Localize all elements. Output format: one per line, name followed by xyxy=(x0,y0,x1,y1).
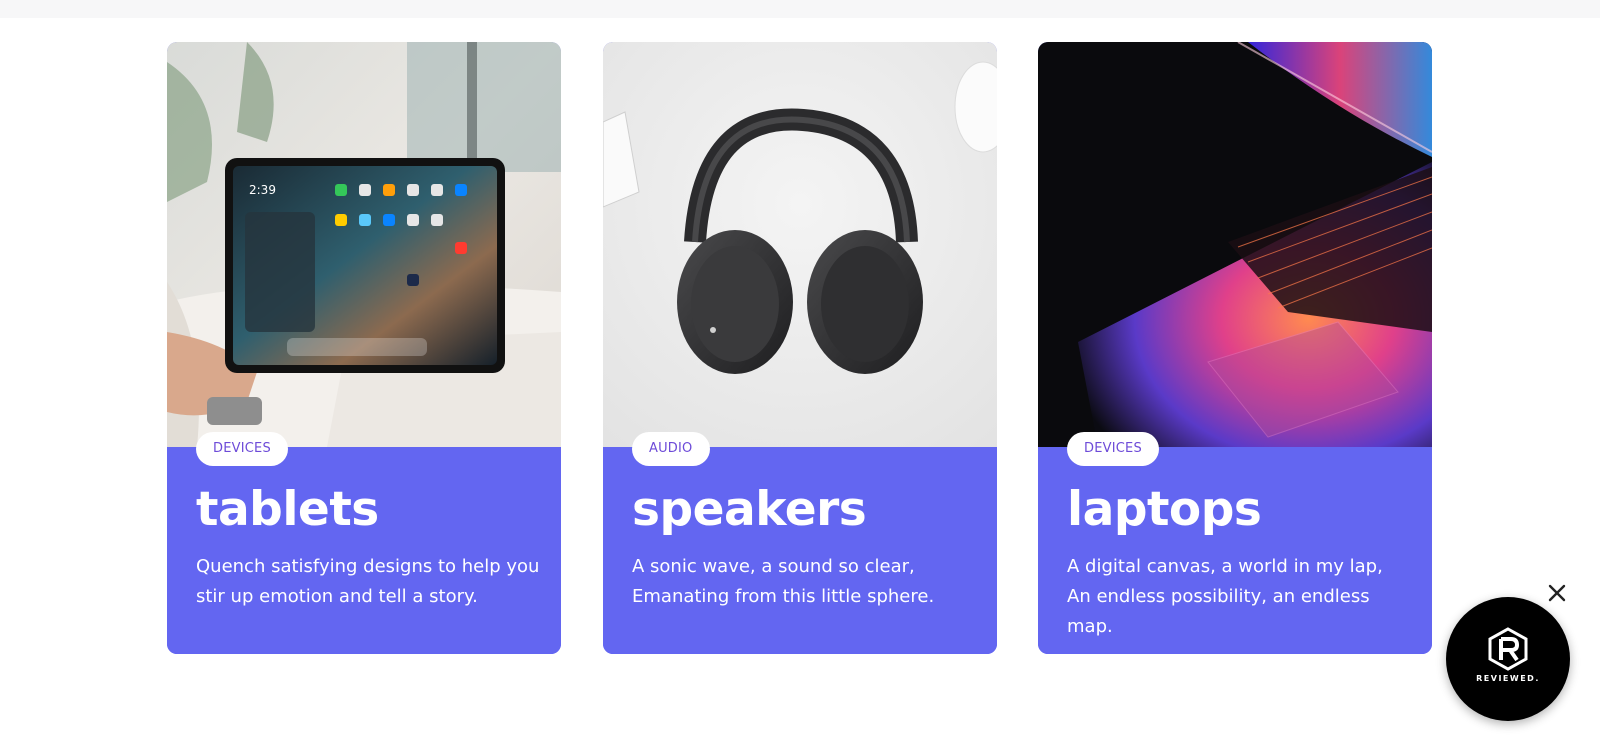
close-icon[interactable] xyxy=(1545,581,1569,605)
category-badge[interactable]: AUDIO xyxy=(632,432,710,466)
svg-text:2:39: 2:39 xyxy=(249,183,276,197)
category-card-tablets[interactable]: 2:39 DEVICES tablets Quench satisfying d… xyxy=(167,42,561,654)
card-title[interactable]: laptops xyxy=(1067,480,1262,540)
card-title[interactable]: tablets xyxy=(196,480,379,540)
category-badge[interactable]: DEVICES xyxy=(196,432,288,466)
laptop-image xyxy=(1038,42,1432,447)
headphones-image xyxy=(603,42,997,447)
category-card-laptops[interactable]: DEVICES laptops A digital canvas, a worl… xyxy=(1038,42,1432,654)
category-badge[interactable]: DEVICES xyxy=(1067,432,1159,466)
reviewed-widget-button[interactable]: REVIEWED. xyxy=(1446,597,1570,721)
card-description: A sonic wave, a sound so clear, Emanatin… xyxy=(632,556,935,607)
reviewed-label: REVIEWED. xyxy=(1476,674,1540,683)
reviewed-logo-icon xyxy=(1488,627,1528,671)
tablet-image: 2:39 xyxy=(167,42,561,447)
card-body xyxy=(603,447,997,654)
top-strip xyxy=(0,0,1600,18)
card-body xyxy=(167,447,561,654)
card-description: A digital canvas, a world in my lap, An … xyxy=(1067,556,1383,637)
card-title[interactable]: speakers xyxy=(632,480,867,540)
category-card-speakers[interactable]: AUDIO speakers A sonic wave, a sound so … xyxy=(603,42,997,654)
card-description: Quench satisfying designs to help you st… xyxy=(196,556,540,607)
